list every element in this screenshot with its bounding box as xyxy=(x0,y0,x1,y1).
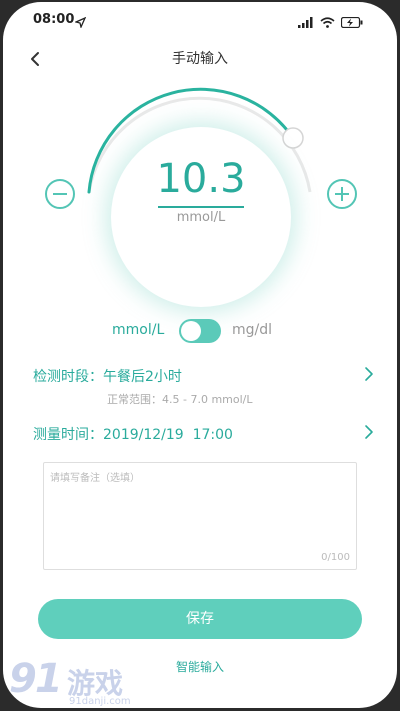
measure-time-row[interactable]: 测量时间：2019/12/19 17:00 xyxy=(33,424,233,444)
measure-time-label: 测量时间： xyxy=(33,427,103,443)
wifi-icon xyxy=(320,13,335,32)
status-icons xyxy=(298,13,363,32)
signal-icon xyxy=(298,13,314,32)
normal-range-hint: 正常范围：4.5 - 7.0 mmol/L xyxy=(107,393,253,406)
chevron-right-icon xyxy=(365,367,373,381)
measure-time-value: 2019/12/19 17:00 xyxy=(103,427,233,443)
unit-option-mgdl[interactable]: mg/dl xyxy=(232,322,272,338)
page-title: 手动输入 xyxy=(172,51,228,67)
battery-charging-icon xyxy=(340,13,363,32)
remark-placeholder: 请填写备注（选填） xyxy=(50,473,140,484)
location-arrow-icon xyxy=(74,13,87,32)
glucose-dial: 10.3 mmol/L xyxy=(3,78,397,308)
save-button[interactable]: 保存 xyxy=(38,599,362,639)
watermark-logo: 91 游戏 91danji.com xyxy=(9,656,149,708)
unit-toggle-switch[interactable] xyxy=(179,319,221,343)
glucose-value[interactable]: 10.3 xyxy=(111,156,291,202)
toggle-knob xyxy=(181,321,201,341)
status-bar: 08:00 xyxy=(3,2,397,38)
glucose-unit: mmol/L xyxy=(176,210,226,225)
increment-button[interactable] xyxy=(327,179,357,209)
unit-toggle-row: mmol/L mg/dl xyxy=(3,318,397,344)
dial-handle xyxy=(282,127,304,149)
top-bar: 手动输入 xyxy=(3,38,397,78)
phone-screen: 08:00 手动输入 10.3 mmol/L mmol/L mg/dl 检测时段… xyxy=(3,2,397,708)
watermark-number: 91 xyxy=(9,656,63,702)
detection-period-row[interactable]: 检测时段：午餐后2小时 xyxy=(33,366,182,386)
unit-option-mmol[interactable]: mmol/L xyxy=(112,322,164,338)
remark-char-count: 0/100 xyxy=(321,552,350,563)
watermark-url: 91danji.com xyxy=(69,696,131,707)
chevron-right-icon xyxy=(365,425,373,439)
value-underline xyxy=(158,206,244,208)
decrement-button[interactable] xyxy=(45,179,75,209)
remark-textarea[interactable]: 请填写备注（选填） 0/100 xyxy=(43,462,357,570)
measure-time-chevron[interactable] xyxy=(363,424,375,440)
status-time: 08:00 xyxy=(33,12,75,27)
detection-period-chevron[interactable] xyxy=(363,366,375,382)
detection-period-value: 午餐后2小时 xyxy=(103,369,182,385)
detection-period-label: 检测时段： xyxy=(33,369,103,385)
